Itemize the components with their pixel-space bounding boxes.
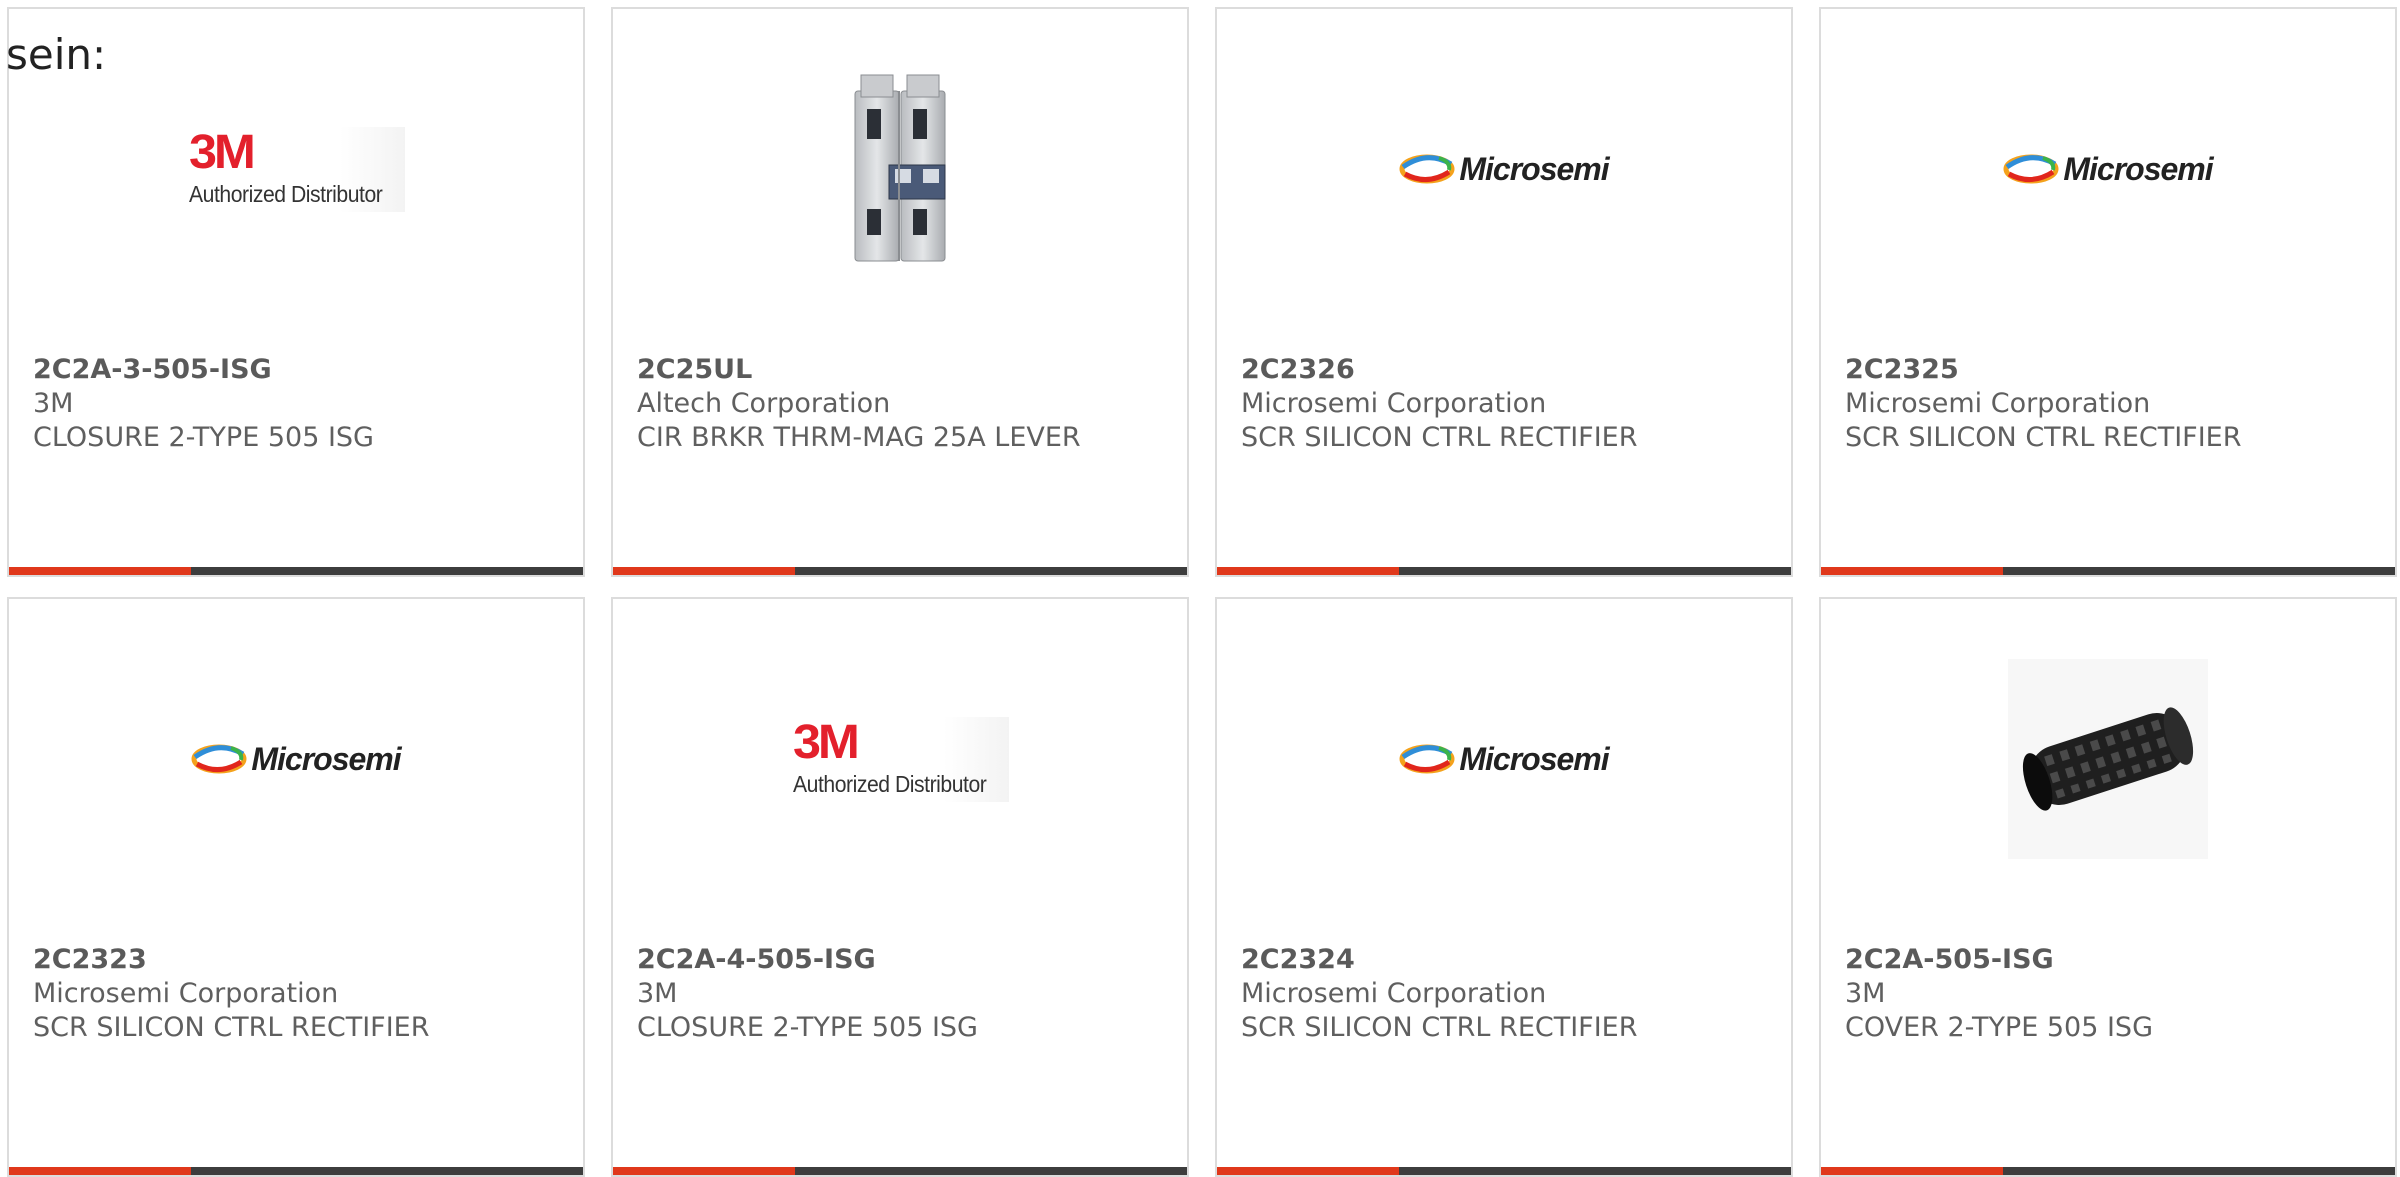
- card-bottom-bar: [1821, 1167, 2395, 1175]
- microsemi-logo: Microsemi: [1399, 150, 1610, 188]
- description: CLOSURE 2-TYPE 505 ISG: [33, 422, 374, 453]
- intro-text: sein:: [6, 30, 107, 79]
- card-bottom-bar: [1217, 1167, 1791, 1175]
- description: SCR SILICON CTRL RECTIFIER: [1241, 422, 1638, 453]
- product-image[interactable]: 3M Authorized Distributor: [9, 49, 583, 289]
- part-number-link[interactable]: 2C2324: [1241, 943, 1781, 977]
- manufacturer: Microsemi Corporation: [1241, 978, 1547, 1009]
- part-number-link[interactable]: 2C2A-4-505-ISG: [637, 943, 1177, 977]
- product-card[interactable]: 3M Authorized Distributor 2C2A-4-505-ISG…: [611, 597, 1189, 1177]
- microsemi-swirl-icon: [1399, 154, 1455, 184]
- microsemi-wordmark: Microsemi: [2063, 150, 2213, 187]
- card-bottom-accent: [613, 567, 795, 575]
- 3m-logo: 3M Authorized Distributor: [186, 125, 406, 212]
- manufacturer: Microsemi Corporation: [33, 978, 339, 1009]
- manufacturer: Altech Corporation: [637, 388, 891, 419]
- microsemi-wordmark: Microsemi: [1459, 150, 1609, 187]
- card-bottom-accent: [1217, 567, 1399, 575]
- product-info: 2C2326 Microsemi Corporation SCR SILICON…: [1241, 353, 1781, 455]
- product-image[interactable]: Microsemi: [1217, 49, 1791, 289]
- part-number-link[interactable]: 2C2325: [1845, 353, 2385, 387]
- description: COVER 2-TYPE 505 ISG: [1845, 1012, 2153, 1043]
- product-info: 2C2323 Microsemi Corporation SCR SILICON…: [33, 943, 573, 1045]
- product-card[interactable]: 2C25UL Altech Corporation CIR BRKR THRM-…: [611, 7, 1189, 577]
- product-info: 2C2325 Microsemi Corporation SCR SILICON…: [1845, 353, 2385, 455]
- card-bottom-bar: [613, 1167, 1187, 1175]
- microsemi-swirl-icon: [191, 744, 247, 774]
- 3m-logo-mark: 3M: [188, 125, 256, 179]
- product-info: 2C2324 Microsemi Corporation SCR SILICON…: [1241, 943, 1781, 1045]
- product-info: 2C2A-3-505-ISG 3M CLOSURE 2-TYPE 505 ISG: [33, 353, 573, 455]
- description: SCR SILICON CTRL RECTIFIER: [1241, 1012, 1638, 1043]
- part-number-link[interactable]: 2C25UL: [637, 353, 1177, 387]
- part-number-link[interactable]: 2C2A-3-505-ISG: [33, 353, 573, 387]
- 3m-logo: 3M Authorized Distributor: [790, 715, 1010, 802]
- product-image[interactable]: Microsemi: [1821, 49, 2395, 289]
- product-card[interactable]: 2C2A-505-ISG 3M COVER 2-TYPE 505 ISG: [1819, 597, 2397, 1177]
- card-bottom-bar: [1217, 567, 1791, 575]
- part-number-link[interactable]: 2C2323: [33, 943, 573, 977]
- manufacturer: 3M: [1845, 978, 1886, 1009]
- card-bottom-accent: [9, 1167, 191, 1175]
- microsemi-wordmark: Microsemi: [251, 740, 401, 777]
- card-bottom-bar: [613, 567, 1187, 575]
- card-bottom-bar: [9, 567, 583, 575]
- product-card[interactable]: Microsemi 2C2323 Microsemi Corporation S…: [7, 597, 585, 1177]
- product-image[interactable]: [1821, 639, 2395, 879]
- description: CLOSURE 2-TYPE 505 ISG: [637, 1012, 978, 1043]
- description: SCR SILICON CTRL RECTIFIER: [33, 1012, 430, 1043]
- product-grid: 3M Authorized Distributor 2C2A-3-505-ISG…: [0, 0, 2400, 1177]
- product-image[interactable]: 3M Authorized Distributor: [613, 639, 1187, 879]
- product-info: 2C25UL Altech Corporation CIR BRKR THRM-…: [637, 353, 1177, 455]
- product-image[interactable]: [613, 49, 1187, 289]
- 3m-logo-tagline: Authorized Distributor: [792, 770, 987, 797]
- card-bottom-accent: [1821, 1167, 2003, 1175]
- product-image[interactable]: Microsemi: [9, 639, 583, 879]
- microsemi-wordmark: Microsemi: [1459, 740, 1609, 777]
- card-bottom-accent: [1821, 567, 2003, 575]
- product-card[interactable]: 3M Authorized Distributor 2C2A-3-505-ISG…: [7, 7, 585, 577]
- part-number-link[interactable]: 2C2A-505-ISG: [1845, 943, 2385, 977]
- manufacturer: Microsemi Corporation: [1241, 388, 1547, 419]
- description: SCR SILICON CTRL RECTIFIER: [1845, 422, 2242, 453]
- microsemi-logo: Microsemi: [2003, 150, 2214, 188]
- card-bottom-bar: [1821, 567, 2395, 575]
- product-info: 2C2A-4-505-ISG 3M CLOSURE 2-TYPE 505 ISG: [637, 943, 1177, 1045]
- microsemi-logo: Microsemi: [191, 740, 402, 778]
- microsemi-swirl-icon: [1399, 744, 1455, 774]
- 3m-logo-tagline: Authorized Distributor: [188, 180, 383, 207]
- 3m-logo-mark: 3M: [792, 715, 860, 769]
- microsemi-swirl-icon: [2003, 154, 2059, 184]
- manufacturer: 3M: [637, 978, 678, 1009]
- product-card[interactable]: Microsemi 2C2325 Microsemi Corporation S…: [1819, 7, 2397, 577]
- part-number-link[interactable]: 2C2326: [1241, 353, 1781, 387]
- manufacturer: Microsemi Corporation: [1845, 388, 2151, 419]
- manufacturer: 3M: [33, 388, 74, 419]
- microsemi-logo: Microsemi: [1399, 740, 1610, 778]
- product-info: 2C2A-505-ISG 3M COVER 2-TYPE 505 ISG: [1845, 943, 2385, 1045]
- product-card[interactable]: Microsemi 2C2324 Microsemi Corporation S…: [1215, 597, 1793, 1177]
- circuit-breaker-image: [854, 74, 946, 262]
- card-bottom-accent: [613, 1167, 795, 1175]
- description: CIR BRKR THRM-MAG 25A LEVER: [637, 422, 1081, 453]
- cable-cover-image: [2008, 659, 2208, 859]
- card-bottom-accent: [1217, 1167, 1399, 1175]
- product-image[interactable]: Microsemi: [1217, 639, 1791, 879]
- card-bottom-bar: [9, 1167, 583, 1175]
- product-card[interactable]: Microsemi 2C2326 Microsemi Corporation S…: [1215, 7, 1793, 577]
- card-bottom-accent: [9, 567, 191, 575]
